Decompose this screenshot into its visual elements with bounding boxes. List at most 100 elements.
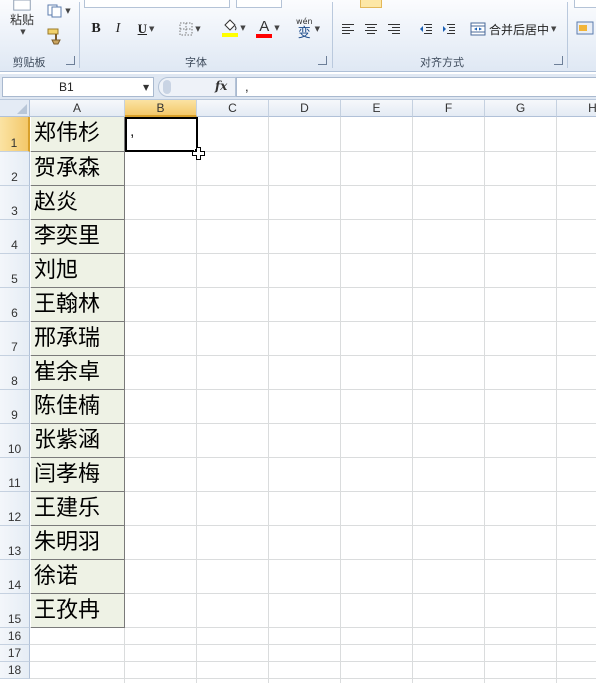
- underline-button[interactable]: U ▼: [130, 18, 162, 40]
- row-header-7[interactable]: 7: [0, 322, 30, 356]
- insert-function-icon[interactable]: fx: [215, 79, 227, 93]
- underline-dropdown-icon: ▼: [149, 25, 155, 33]
- fill-bucket-icon: [224, 19, 237, 31]
- clipboard-dialog-launcher-icon[interactable]: [66, 56, 75, 65]
- column-header-h[interactable]: H: [557, 100, 596, 117]
- cell-a11[interactable]: 闫孝梅: [31, 458, 125, 492]
- decrease-indent-button[interactable]: [416, 18, 436, 40]
- copy-icon: [47, 4, 62, 18]
- italic-label: I: [115, 21, 121, 36]
- cell-a15[interactable]: 王孜冉: [31, 594, 125, 628]
- paste-button[interactable]: 粘贴 ▼: [4, 0, 40, 36]
- font-dialog-launcher-icon[interactable]: [318, 56, 327, 65]
- cell-a9[interactable]: 陈佳楠: [31, 390, 125, 424]
- column-gridline: [556, 117, 557, 683]
- row-header-8[interactable]: 8: [0, 356, 30, 390]
- cell-a14[interactable]: 徐诺: [31, 560, 125, 594]
- row-header-4[interactable]: 4: [0, 220, 30, 254]
- number-format-box[interactable]: [574, 0, 596, 8]
- merge-center-button[interactable]: 合并后居中 ▼: [470, 18, 566, 40]
- phonetic-dropdown-icon: ▼: [314, 25, 320, 33]
- cell-a13[interactable]: 朱明羽: [31, 526, 125, 560]
- format-painter-icon: [47, 28, 61, 45]
- row-header-10[interactable]: 10: [0, 424, 30, 458]
- border-button[interactable]: ▼: [174, 18, 206, 40]
- cell-a3[interactable]: 赵炎: [31, 186, 125, 220]
- select-all-button[interactable]: [0, 100, 30, 117]
- border-icon: [179, 22, 193, 36]
- increase-indent-button[interactable]: [439, 18, 459, 40]
- column-header-d[interactable]: D: [269, 100, 341, 117]
- row-header-9[interactable]: 9: [0, 390, 30, 424]
- merge-center-dropdown-icon: ▼: [551, 25, 557, 33]
- name-box[interactable]: B1: [2, 77, 154, 97]
- formula-bar: B1 ▼ fx ,: [0, 74, 596, 100]
- name-box-value: B1: [59, 80, 74, 94]
- row-header-16[interactable]: 16: [0, 628, 30, 645]
- phonetic-guide-button[interactable]: wén 变 ▼: [292, 16, 324, 42]
- top-align-button[interactable]: [360, 0, 382, 8]
- row-header-13[interactable]: 13: [0, 526, 30, 560]
- format-painter-button[interactable]: [44, 26, 66, 46]
- name-box-dropdown-icon[interactable]: ▼: [143, 83, 149, 92]
- row-header-18[interactable]: 18: [0, 662, 30, 679]
- row-header-6[interactable]: 6: [0, 288, 30, 322]
- column-gridline: [268, 117, 269, 683]
- align-center-icon: [365, 24, 377, 34]
- column-header-g[interactable]: G: [485, 100, 557, 117]
- cell-a12[interactable]: 王建乐: [31, 492, 125, 526]
- column-header-b[interactable]: B: [125, 100, 197, 117]
- copy-button[interactable]: ▼: [44, 2, 74, 20]
- row-header-14[interactable]: 14: [0, 560, 30, 594]
- cell-a2[interactable]: 贺承森: [31, 152, 125, 186]
- row-header-2[interactable]: 2: [0, 152, 30, 186]
- orientation-button[interactable]: [418, 0, 434, 6]
- number-format-button[interactable]: [574, 16, 596, 40]
- align-left-button[interactable]: [338, 18, 358, 40]
- cell-a10[interactable]: 张紫涵: [31, 424, 125, 458]
- row-header-1[interactable]: 1: [0, 117, 30, 152]
- align-left-icon: [342, 24, 354, 34]
- column-header-f[interactable]: F: [413, 100, 485, 117]
- align-right-button[interactable]: [384, 18, 404, 40]
- fill-color-button[interactable]: ▼: [218, 16, 250, 40]
- font-color-swatch: [256, 33, 273, 38]
- row-header-12[interactable]: 12: [0, 492, 30, 526]
- worksheet-grid: ABCDEFGH 1 2 3 4 5 6 7 8 9 10 11 12 13 14 15 16 17 18 郑伟杉…: [0, 100, 596, 683]
- column-gridline: [484, 117, 485, 683]
- formula-bar-resize-handle[interactable]: [163, 80, 171, 94]
- cell-a6[interactable]: 王翰林: [31, 288, 125, 322]
- cell-a4[interactable]: 李奕里: [31, 220, 125, 254]
- column-header-c[interactable]: C: [197, 100, 269, 117]
- font-size-box[interactable]: [236, 0, 282, 8]
- align-center-button[interactable]: [361, 18, 381, 40]
- font-color-letter: A: [259, 17, 270, 35]
- number-format-icon: [576, 21, 594, 35]
- cell-a7[interactable]: 邢承瑞: [31, 322, 125, 356]
- italic-button[interactable]: I: [108, 18, 128, 40]
- row-header-11[interactable]: 11: [0, 458, 30, 492]
- font-color-button[interactable]: A ▼: [252, 16, 284, 40]
- column-header-e[interactable]: E: [341, 100, 413, 117]
- paste-label: 粘贴: [9, 13, 34, 27]
- cell-a8[interactable]: 崔余卓: [31, 356, 125, 390]
- formula-input[interactable]: ,: [236, 77, 596, 97]
- column-gridline: [412, 117, 413, 683]
- column-header-a[interactable]: A: [30, 100, 125, 117]
- alignment-dialog-launcher-icon[interactable]: [554, 56, 563, 65]
- fill-color-swatch: [222, 33, 239, 37]
- bold-button[interactable]: B: [86, 18, 106, 40]
- increase-indent-icon: [443, 24, 455, 34]
- row-header-3[interactable]: 3: [0, 186, 30, 220]
- paste-icon: [13, 0, 31, 11]
- fill-cursor-icon: [192, 147, 205, 160]
- row-header-5[interactable]: 5: [0, 254, 30, 288]
- row-header-17[interactable]: 17: [0, 645, 30, 662]
- row-gridline: [30, 644, 596, 645]
- phonetic-char-label: 变: [297, 26, 311, 41]
- font-name-box[interactable]: [84, 0, 230, 8]
- cell-a1[interactable]: 郑伟杉: [31, 117, 125, 152]
- row-header-15[interactable]: 15: [0, 594, 30, 628]
- active-cell-b1[interactable]: ,: [125, 117, 198, 152]
- cell-a5[interactable]: 刘旭: [31, 254, 125, 288]
